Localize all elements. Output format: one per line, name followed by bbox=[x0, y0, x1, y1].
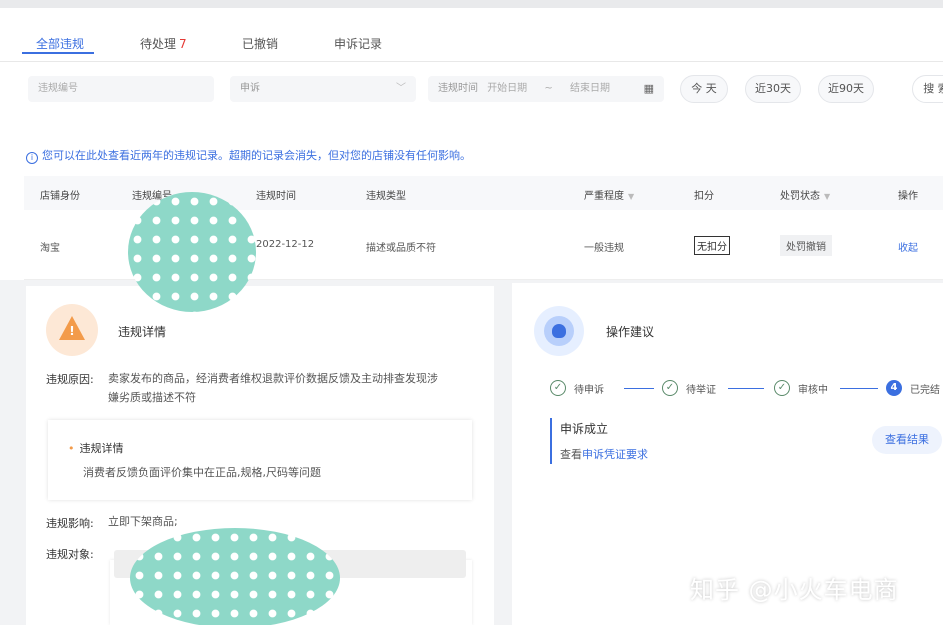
result-accent-bar bbox=[550, 418, 552, 464]
tab-pending[interactable]: 待处理 7 bbox=[140, 35, 187, 52]
evidence-requirements-link[interactable]: 申诉凭证要求 bbox=[582, 448, 648, 461]
violation-detail-title: 违规详情 bbox=[118, 325, 167, 339]
pending-count-badge: 7 bbox=[179, 37, 187, 51]
step-under-review: 审核中 bbox=[798, 385, 828, 396]
violation-time-range[interactable]: 违规时间 开始日期 ~ 结束日期 ▦ bbox=[428, 76, 664, 102]
col-action: 操作 bbox=[898, 191, 918, 202]
check-circle-icon: ✓ bbox=[550, 380, 566, 396]
search-button[interactable]: 搜 索 bbox=[912, 75, 943, 103]
last-90-days-button[interactable]: 近90天 bbox=[818, 75, 874, 103]
filter-bar: 违规编号 申诉 ﹀ 违规时间 开始日期 ~ 结束日期 ▦ 今 天 近30天 近90… bbox=[0, 70, 943, 110]
col-penalty-status-label: 处罚状态 bbox=[780, 191, 820, 202]
violation-id-input[interactable]: 违规编号 bbox=[28, 76, 214, 102]
lightbulb-icon bbox=[534, 306, 584, 356]
result-title: 申诉成立 bbox=[560, 422, 609, 436]
step-number-4: 4 bbox=[886, 380, 902, 396]
detail-box-title-text: 违规详情 bbox=[79, 442, 124, 455]
violation-detail-box: • 违规详情 消费者反馈负面评价集中在正品,规格,尺码等问题 bbox=[48, 420, 472, 500]
step-connector bbox=[728, 388, 764, 389]
info-notice: i 您可以在此处查看近两年的违规记录。超期的记录会消失，但对您的店铺没有任何影响。 bbox=[26, 147, 471, 164]
col-deduction: 扣分 bbox=[694, 191, 714, 202]
last-30-days-button[interactable]: 近30天 bbox=[745, 75, 801, 103]
violation-reason-text: 卖家发布的商品，经消费者维权退款评价数据反馈及主动排查发现涉 嫌劣质或描述不符 bbox=[108, 369, 478, 407]
view-result-button[interactable]: 查看结果 bbox=[872, 426, 942, 454]
check-circle-icon: ✓ bbox=[662, 380, 678, 396]
penalty-status-tag: 处罚撤销 bbox=[780, 235, 832, 256]
lightbulb-inner bbox=[544, 316, 574, 346]
detail-box-text: 消费者反馈负面评价集中在正品,规格,尺码等问题 bbox=[83, 466, 321, 479]
tab-revoked[interactable]: 已撤销 bbox=[242, 35, 278, 52]
appeal-select[interactable]: 申诉 ﹀ bbox=[230, 76, 416, 102]
violation-reason-line-2: 嫌劣质或描述不符 bbox=[108, 391, 196, 404]
appeal-select-value: 申诉 bbox=[240, 83, 260, 94]
cell-shop-identity: 淘宝 bbox=[40, 243, 60, 254]
chevron-down-icon: ﹀ bbox=[396, 83, 406, 94]
violation-object-label: 违规对象: bbox=[46, 548, 94, 561]
lightbulb-glyph bbox=[552, 324, 566, 338]
info-icon: i bbox=[26, 152, 38, 164]
appeal-progress-steps: ✓ 待申诉 ✓ 待举证 ✓ 审核中 4 已完结 bbox=[534, 368, 943, 408]
violation-impact-text: 立即下架商品; bbox=[108, 515, 178, 528]
cell-violation-type: 描述或品质不符 bbox=[366, 243, 436, 254]
top-strip bbox=[0, 0, 943, 8]
operation-advice-title: 操作建议 bbox=[606, 325, 655, 339]
col-violation-time: 违规时间 bbox=[256, 191, 296, 202]
step-connector bbox=[624, 388, 654, 389]
date-separator: ~ bbox=[544, 83, 553, 94]
violation-reason-label: 违规原因: bbox=[46, 373, 94, 386]
step-pending-appeal: 待申诉 bbox=[574, 385, 604, 396]
check-circle-icon: ✓ bbox=[774, 380, 790, 396]
col-severity[interactable]: 严重程度 ▼ bbox=[584, 187, 634, 202]
end-date-input[interactable]: 结束日期 bbox=[570, 83, 610, 94]
tab-appeal-records[interactable]: 申诉记录 bbox=[334, 35, 382, 52]
col-penalty-status[interactable]: 处罚状态 ▼ bbox=[780, 187, 830, 202]
col-shop-identity: 店铺身份 bbox=[40, 191, 80, 202]
filter-funnel-icon[interactable]: ▼ bbox=[628, 192, 634, 201]
today-button[interactable]: 今 天 bbox=[680, 75, 728, 103]
bullet-dot: • bbox=[68, 442, 75, 455]
col-severity-label: 严重程度 bbox=[584, 191, 624, 202]
detail-box-title: • 违规详情 bbox=[68, 440, 124, 456]
col-violation-type: 违规类型 bbox=[366, 191, 406, 202]
privacy-mask bbox=[130, 528, 340, 625]
deduction-tag: 无扣分 bbox=[694, 236, 730, 255]
collapse-link[interactable]: 收起 bbox=[898, 239, 918, 254]
cell-violation-time: 2022-12-12 bbox=[256, 239, 315, 250]
violation-impact-label: 违规影响: bbox=[46, 517, 94, 530]
violation-reason-line-1: 卖家发布的商品，经消费者维权退款评价数据反馈及主动排查发现涉 bbox=[108, 372, 438, 385]
active-tab-underline bbox=[22, 52, 94, 54]
result-prefix: 查看 bbox=[560, 448, 582, 461]
step-pending-evidence: 待举证 bbox=[686, 385, 716, 396]
privacy-mask bbox=[128, 192, 256, 312]
calendar-icon[interactable]: ▦ bbox=[644, 76, 654, 102]
notice-text: 您可以在此处查看近两年的违规记录。超期的记录会消失，但对您的店铺没有任何影响。 bbox=[42, 149, 471, 162]
time-range-label: 违规时间 bbox=[438, 83, 478, 94]
step-connector bbox=[840, 388, 878, 389]
warning-exclamation: ! bbox=[69, 324, 75, 338]
cell-severity: 一般违规 bbox=[584, 243, 624, 254]
tab-pending-label: 待处理 bbox=[140, 37, 177, 51]
result-line: 查看申诉凭证要求 bbox=[560, 446, 648, 462]
watermark: 知乎 @小火车电商 bbox=[690, 576, 899, 604]
tab-bar: 全部违规 待处理 7 已撤销 申诉记录 bbox=[0, 8, 943, 62]
tab-all-violations[interactable]: 全部违规 bbox=[36, 35, 84, 52]
step-completed: 已完结 bbox=[910, 385, 940, 396]
warning-icon: ! bbox=[46, 304, 98, 356]
filter-funnel-icon[interactable]: ▼ bbox=[824, 192, 830, 201]
start-date-input[interactable]: 开始日期 bbox=[487, 83, 527, 94]
